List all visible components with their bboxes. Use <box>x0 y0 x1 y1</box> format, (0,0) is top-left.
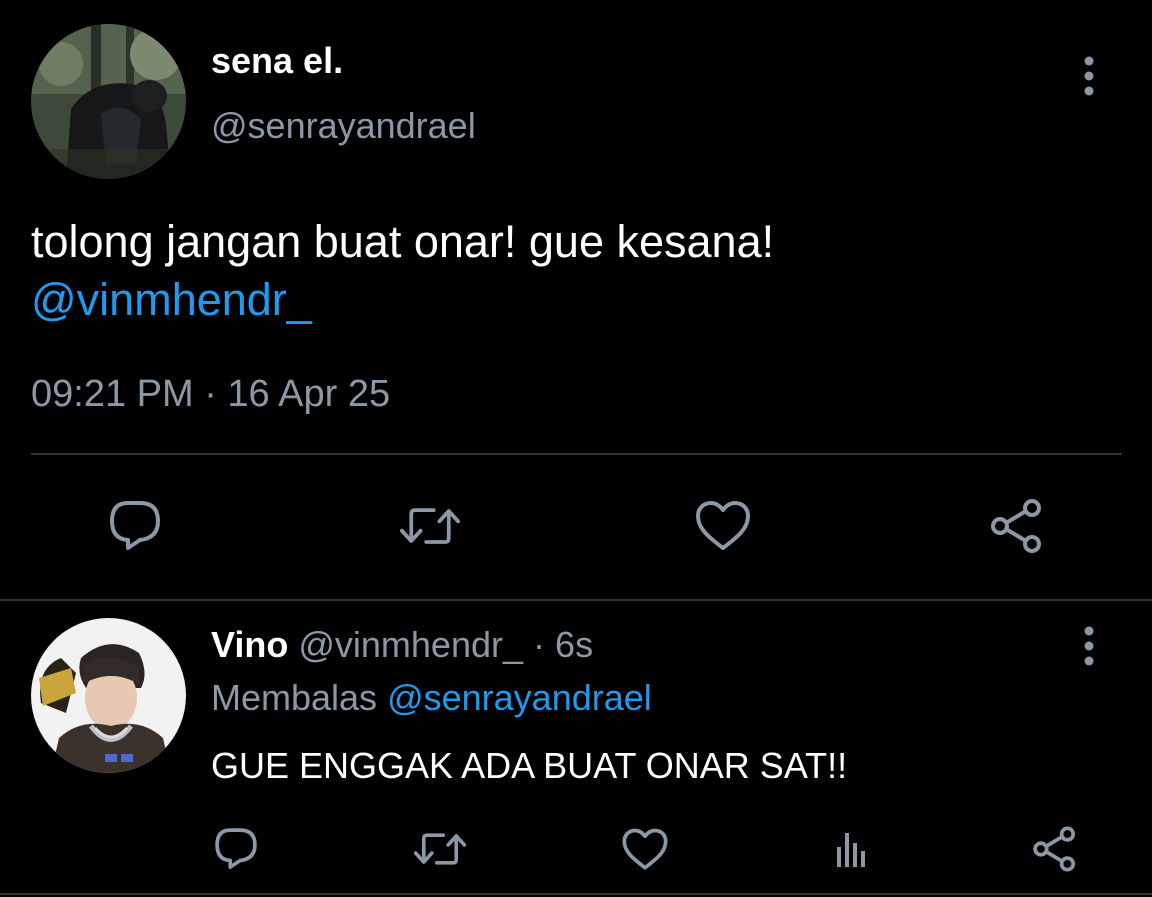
reply-like-button[interactable] <box>619 823 671 875</box>
reply-header: Vino @vinmhendr_ · 6s <box>211 624 593 666</box>
reply-timestamp[interactable]: 6s <box>555 624 593 665</box>
share-icon <box>991 499 1041 553</box>
reply-display-name[interactable]: Vino <box>211 624 288 665</box>
share-icon <box>1033 826 1076 872</box>
main-tweet-handle[interactable]: @senrayandrael <box>211 105 476 147</box>
more-vertical-icon <box>1084 626 1094 666</box>
like-icon <box>622 828 668 870</box>
replying-to-line: Membalas @senrayandrael <box>211 677 652 719</box>
main-tweet-display-name[interactable]: sena el. <box>211 40 343 82</box>
separator-dot: · <box>533 624 546 665</box>
analytics-icon <box>837 833 865 867</box>
main-tweet-mention-link[interactable]: @vinmhendr_ <box>31 272 312 328</box>
main-tweet-more-button[interactable] <box>1075 55 1103 97</box>
more-vertical-icon <box>1084 56 1094 96</box>
avatar-photo <box>31 618 186 773</box>
divider <box>0 599 1152 601</box>
main-retweet-button[interactable] <box>400 496 460 556</box>
reply-handle[interactable]: @vinmhendr_ <box>298 624 523 665</box>
reply-icon <box>215 828 257 869</box>
reply-retweet-button[interactable] <box>414 823 466 875</box>
reply-icon <box>110 501 160 550</box>
main-tweet-text: tolong jangan buat onar! gue kesana! <box>31 216 775 267</box>
avatar-photo <box>31 24 186 179</box>
reply-avatar[interactable] <box>31 618 186 773</box>
reply-more-button[interactable] <box>1075 625 1103 667</box>
reply-analytics-button[interactable] <box>825 823 877 875</box>
retweet-icon <box>414 833 466 865</box>
main-share-button[interactable] <box>987 496 1047 556</box>
main-like-button[interactable] <box>693 496 753 556</box>
divider <box>31 453 1122 455</box>
retweet-icon <box>400 508 460 544</box>
main-reply-button[interactable] <box>105 496 165 556</box>
main-tweet-timestamp[interactable]: 09:21 PM · 16 Apr 25 <box>31 373 390 416</box>
replying-to-link[interactable]: @senrayandrael <box>387 677 652 718</box>
reply-text: GUE ENGGAK ADA BUAT ONAR SAT!! <box>211 745 848 786</box>
main-tweet-avatar[interactable] <box>31 24 186 179</box>
replying-to-label: Membalas <box>211 677 378 718</box>
divider <box>0 893 1152 895</box>
reply-share-button[interactable] <box>1029 823 1081 875</box>
like-icon <box>696 501 750 550</box>
reply-reply-button[interactable] <box>210 823 262 875</box>
